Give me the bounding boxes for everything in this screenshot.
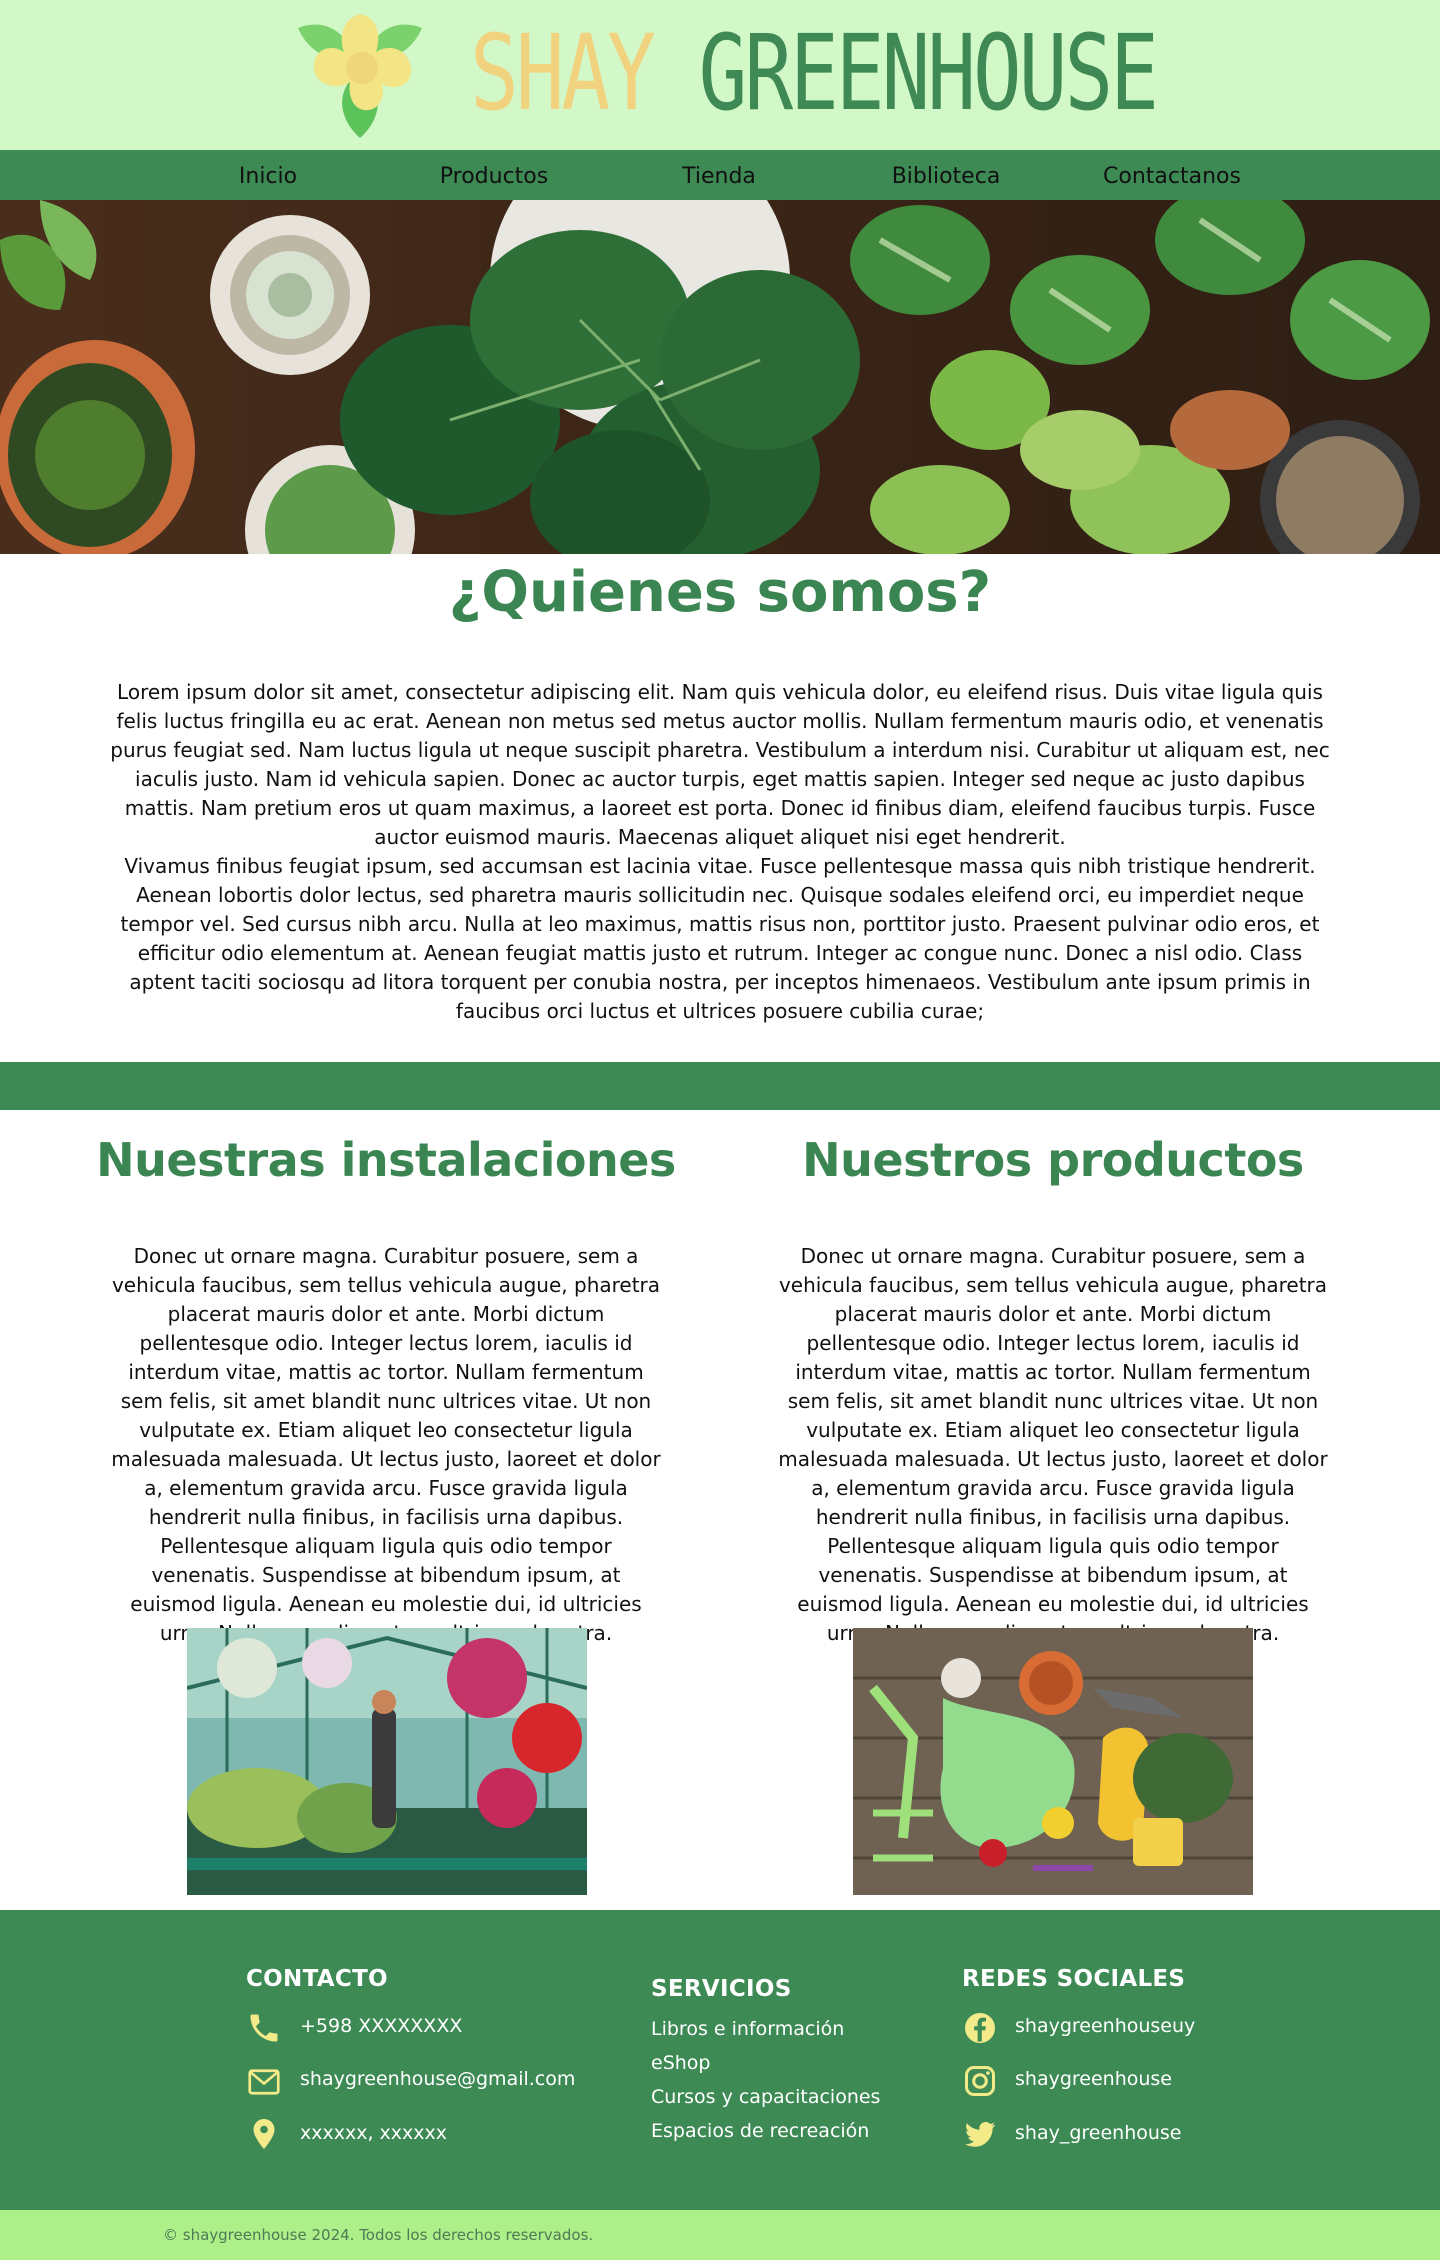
nav-productos[interactable]: Productos (440, 150, 548, 200)
products-title: Nuestros productos (802, 1133, 1304, 1187)
products-section: Nuestros productos Donec ut ornare magna… (763, 1130, 1343, 1648)
site-header: SHAY GREENHOUSE (0, 0, 1440, 150)
about-title: ¿Quienes somos? (448, 560, 992, 625)
nav-inicio[interactable]: Inicio (239, 150, 297, 200)
social-twitter[interactable]: shay_greenhouse (1015, 2122, 1182, 2144)
location-pin-icon (253, 2119, 275, 2149)
greenhouse-photo (187, 1628, 587, 1895)
nav-tienda[interactable]: Tienda (682, 150, 756, 200)
copyright-bar: © shaygreenhouse 2024. Todos los derecho… (0, 2210, 1440, 2260)
about-paragraph-1: Lorem ipsum dolor sit amet, consectetur … (110, 680, 1330, 849)
main-nav: Inicio Productos Tienda Biblioteca Conta… (0, 150, 1440, 200)
contact-phone[interactable]: +598 XXXXXXXX (300, 2015, 462, 2037)
mail-icon (248, 2069, 280, 2095)
services-heading: SERVICIOS (651, 1976, 792, 2002)
brand-part-shay: SHAY (470, 12, 656, 134)
facilities-section: Nuestras instalaciones Donec ut ornare m… (96, 1130, 676, 1648)
social-instagram[interactable]: shaygreenhouse (1015, 2068, 1172, 2090)
facebook-icon[interactable] (962, 2010, 998, 2046)
garden-tools-photo (853, 1628, 1253, 1895)
social-facebook[interactable]: shaygreenhouseuy (1015, 2015, 1195, 2037)
copyright-text: © shaygreenhouse 2024. Todos los derecho… (163, 2226, 594, 2244)
facilities-title: Nuestras instalaciones (96, 1133, 676, 1187)
service-eshop[interactable]: eShop (651, 2052, 710, 2074)
hero-image (0, 200, 1440, 554)
phone-icon (250, 2014, 278, 2042)
hero-plants-illustration (0, 200, 1440, 554)
service-libros[interactable]: Libros e información (651, 2018, 844, 2040)
nav-biblioteca[interactable]: Biblioteca (892, 150, 1001, 200)
twitter-icon[interactable] (962, 2116, 998, 2152)
service-espacios[interactable]: Espacios de recreación (651, 2120, 869, 2142)
contact-heading: CONTACTO (246, 1966, 388, 1992)
facilities-text: Donec ut ornare magna. Curabitur posuere… (111, 1244, 661, 1645)
site-footer: CONTACTO +598 XXXXXXXX shaygreenhouse@gm… (0, 1910, 1440, 2210)
social-heading: REDES SOCIALES (962, 1966, 1186, 1992)
brand-part-greenhouse: GREENHOUSE (698, 12, 1159, 134)
products-text: Donec ut ornare magna. Curabitur posuere… (778, 1244, 1328, 1645)
nav-contactanos[interactable]: Contactanos (1103, 150, 1241, 200)
section-divider-band (0, 1062, 1440, 1110)
flower-logo-icon[interactable] (292, 8, 428, 142)
service-cursos[interactable]: Cursos y capacitaciones (651, 2086, 880, 2108)
contact-email[interactable]: shaygreenhouse@gmail.com (300, 2068, 575, 2090)
about-text: Lorem ipsum dolor sit amet, consectetur … (110, 678, 1330, 1026)
contact-address: xxxxxx, xxxxxx (300, 2122, 448, 2144)
brand-name[interactable]: SHAY GREENHOUSE (470, 18, 1159, 128)
instagram-icon[interactable] (962, 2063, 998, 2099)
about-paragraph-2: Vivamus finibus feugiat ipsum, sed accum… (120, 854, 1320, 1023)
